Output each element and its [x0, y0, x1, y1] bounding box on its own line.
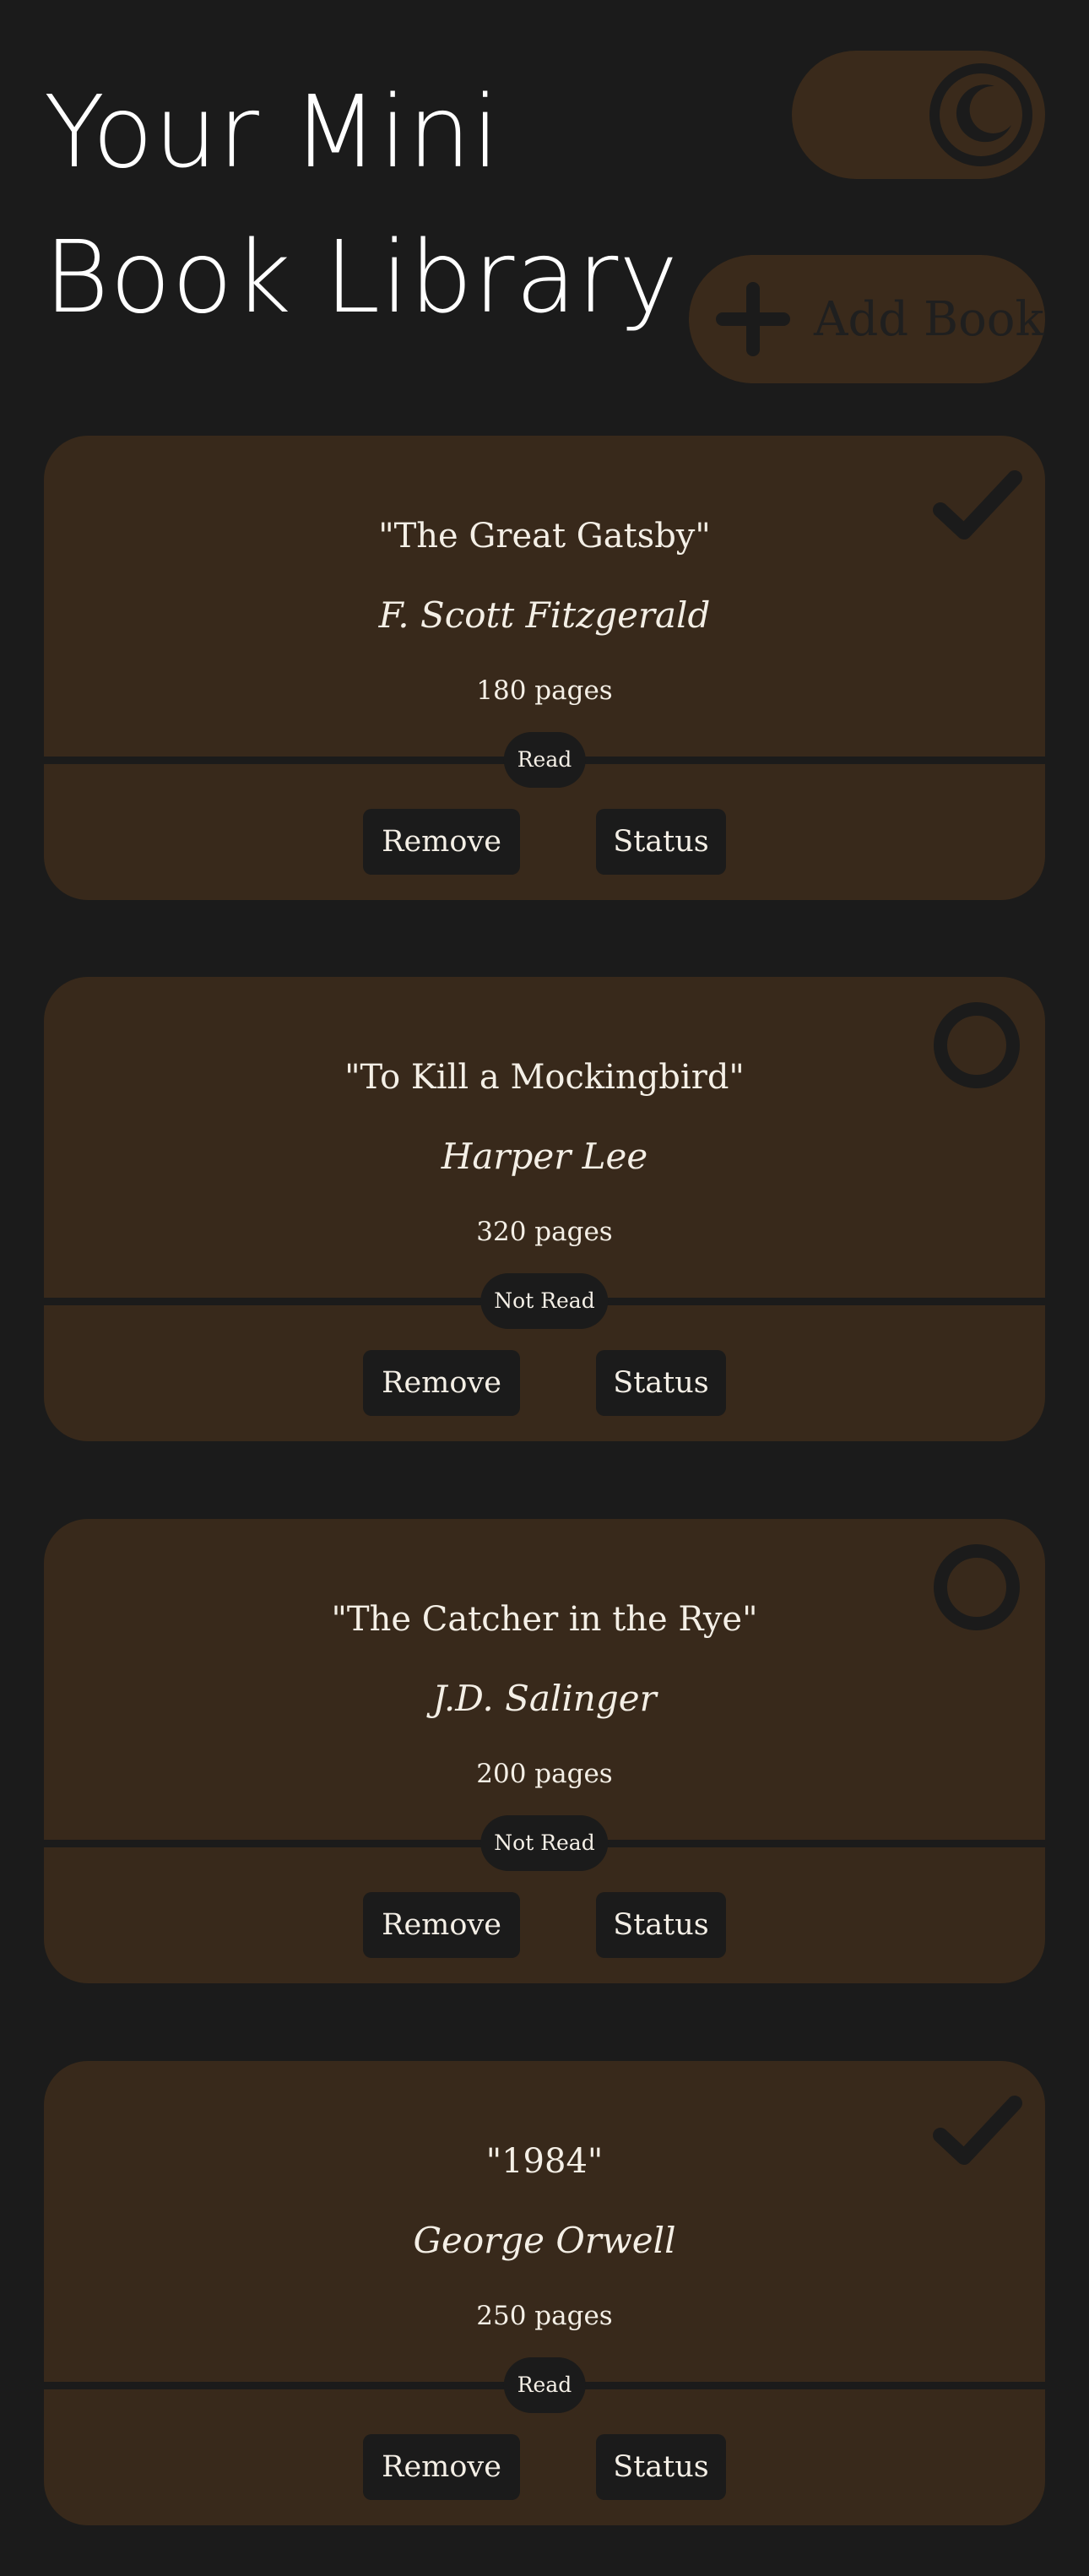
page-title-line-1: Your Mini [44, 73, 501, 190]
book-card: "The Great Gatsby" F. Scott Fitzgerald 1… [44, 436, 1045, 900]
remove-button[interactable]: Remove [363, 2434, 520, 2500]
status-button[interactable]: Status [596, 809, 726, 875]
add-book-button[interactable]: Add Book [689, 255, 1045, 383]
page-title-line-2: Book Library [44, 219, 680, 335]
read-status-badge: Read [503, 2357, 586, 2413]
read-status-badge: Not Read [480, 1815, 609, 1871]
book-title: "To Kill a Mockingbird" [344, 1058, 745, 1097]
page-title: Your Mini Book Library [44, 59, 679, 350]
book-author: F. Scott Fitzgerald [378, 594, 711, 636]
book-card: "The Catcher in the Rye" J.D. Salinger 2… [44, 1519, 1045, 1983]
remove-button[interactable]: Remove [363, 1892, 520, 1958]
book-author: George Orwell [413, 2220, 676, 2261]
book-author: Harper Lee [441, 1136, 648, 1177]
read-status-badge: Read [503, 732, 586, 788]
book-author: J.D. Salinger [432, 1678, 657, 1719]
moon-icon [929, 63, 1032, 166]
status-button[interactable]: Status [596, 2434, 726, 2500]
status-button[interactable]: Status [596, 1892, 726, 1958]
book-pages: 250 pages [476, 2301, 613, 2331]
book-pages: 320 pages [476, 1217, 613, 1247]
plus-icon [716, 282, 790, 356]
status-button[interactable]: Status [596, 1350, 726, 1416]
add-book-label: Add Book [814, 291, 1044, 347]
remove-button[interactable]: Remove [363, 809, 520, 875]
book-pages: 200 pages [476, 1759, 613, 1789]
book-card: "To Kill a Mockingbird" Harper Lee 320 p… [44, 977, 1045, 1441]
book-title: "1984" [485, 2142, 604, 2181]
book-title: "The Catcher in the Rye" [331, 1600, 758, 1639]
book-pages: 180 pages [476, 675, 613, 706]
remove-button[interactable]: Remove [363, 1350, 520, 1416]
theme-toggle[interactable] [792, 51, 1045, 179]
book-card: "1984" George Orwell 250 pages Read Remo… [44, 2061, 1045, 2525]
book-title: "The Great Gatsby" [378, 517, 711, 556]
read-status-badge: Not Read [480, 1273, 609, 1329]
